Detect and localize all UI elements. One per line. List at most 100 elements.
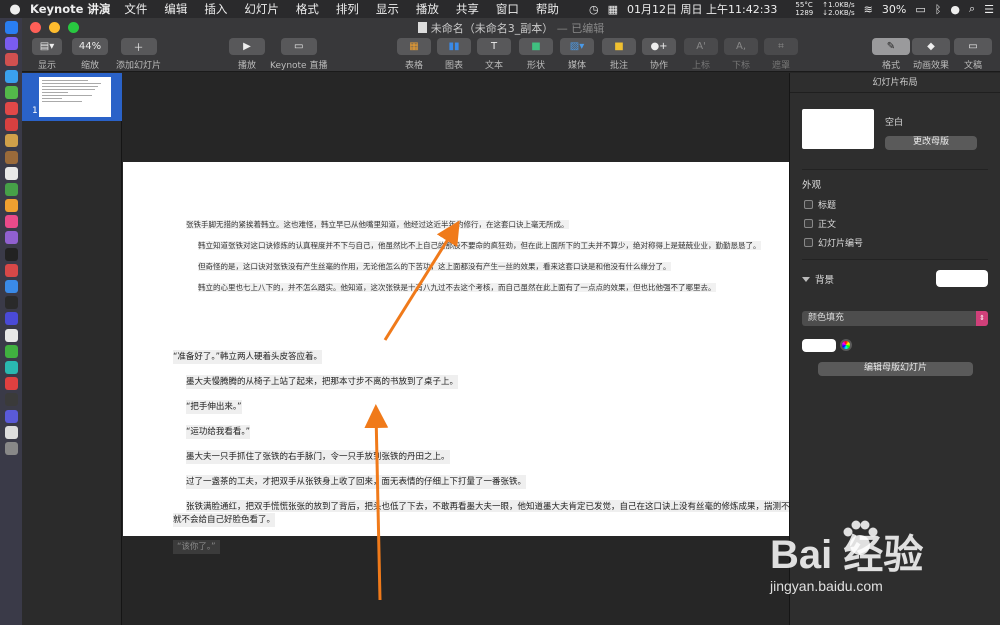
collaborate-button[interactable]: ●+ 协作 [642,38,676,71]
app-store-icon[interactable] [4,312,18,326]
slide-paragraph[interactable]: 韩立的心里也七上八下的，并不怎么踏实。他知道，这次张铁是十有八九过不去这个考核，… [198,282,798,293]
menu-bar: ● Keynote 讲演 文件 编辑 插入 幻灯片 格式 排列 显示 播放 共享… [0,0,1000,18]
zoom-select[interactable]: 44% [72,38,108,55]
body-line-wrap[interactable]: 就不会给自己好脸色看了。 [173,513,276,527]
calendar-icon[interactable]: ▦ [608,3,618,16]
battery-icon[interactable]: ▭ [915,3,925,16]
control-center-icon[interactable]: ☰ [984,3,994,16]
network-stats[interactable]: ↑1.0KB/s ↓2.0KB/s [822,1,854,17]
terminal-icon[interactable] [4,296,18,310]
menu-play[interactable]: 播放 [416,1,439,17]
safari-icon[interactable] [4,69,18,83]
messages-icon[interactable] [4,85,18,99]
media-button[interactable]: ▨▾ 媒体 [560,38,594,71]
layout-preview[interactable] [802,109,874,149]
trash-icon[interactable] [4,441,18,455]
view-control[interactable]: ▤▾ 显示 [32,38,62,71]
background-color-well[interactable] [936,270,988,287]
notes-icon[interactable] [4,150,18,164]
menu-arrange[interactable]: 排列 [336,1,359,17]
menu-file[interactable]: 文件 [124,1,147,17]
animate-button[interactable]: ◆ 动画效果 [912,38,950,71]
menu-help[interactable]: 帮助 [536,1,559,17]
clock-icon[interactable]: ◷ [589,3,599,16]
apple-icon[interactable]: ● [0,2,30,17]
contacts-icon[interactable] [4,134,18,148]
user-icon[interactable]: ● [950,3,960,16]
chart-button[interactable]: ▮▮ 图表 [437,38,471,71]
menu-slide[interactable]: 幻灯片 [244,1,279,17]
background-heading[interactable]: 背景 [802,272,834,286]
finder-icon[interactable] [4,21,18,34]
text-button[interactable]: T 文本 [477,38,511,71]
play-button[interactable]: ▶ 播放 [229,38,265,71]
body-line[interactable]: “把手伸出来。” [186,400,242,414]
slide-thumbnail[interactable] [39,77,111,117]
search-icon[interactable]: ⌕ [969,2,975,16]
edit-master-button[interactable]: 编辑母版幻灯片 [818,362,973,376]
change-master-button[interactable]: 更改母版 [885,136,977,150]
slide-paragraph[interactable]: 张铁手脚无措的紧挨着韩立。这也难怪，韩立早已从他嘴里知道，他经过这近半年的修行，… [186,219,786,230]
menu-edit[interactable]: 编辑 [164,1,187,17]
plus-icon: ＋ [120,38,157,55]
wechat-icon[interactable] [4,344,18,358]
fill-color-well[interactable] [802,339,836,352]
menu-window[interactable]: 窗口 [496,1,519,17]
body-line[interactable]: 过了一盏茶的工夫，才把双手从张铁身上收了回来，面无表情的仔细上下打量了一番张铁。 [186,475,527,489]
menu-app-name[interactable]: Keynote 讲演 [30,1,110,17]
play-icon: ▶ [229,38,265,55]
downloads-icon[interactable] [4,409,18,423]
mail-icon[interactable] [4,101,18,115]
final-cut-icon[interactable] [4,393,18,407]
comment-button[interactable]: ■ 批注 [602,38,636,71]
slide-paragraph[interactable]: 但奇怪的是，这口诀对张铁没有产生丝毫的作用，无论他怎么的下苦功，这上面都没有产生… [198,261,798,272]
slide-number-checkbox[interactable]: 幻灯片编号 [804,236,863,249]
body-line[interactable]: 墨大夫一只手抓住了张铁的右手脉门，令一只手放到张铁的丹田之上。 [186,450,450,464]
music-icon[interactable] [4,215,18,229]
title-checkbox[interactable]: 标题 [804,198,836,211]
zoom-control[interactable]: 44% 缩放 [72,38,108,71]
siri-icon[interactable] [4,37,18,51]
tv-icon[interactable] [4,247,18,261]
menu-insert[interactable]: 插入 [204,1,227,17]
battery-percent[interactable]: 30% [882,3,906,16]
maps-icon[interactable] [4,182,18,196]
wifi-icon[interactable]: ≋ [864,3,873,16]
keynote-icon[interactable] [4,280,18,293]
news-icon[interactable] [4,263,18,277]
keynote-live-button[interactable]: ▭ Keynote 直播 [270,38,327,71]
shape-button[interactable]: ■ 形状 [519,38,553,71]
documents-icon[interactable] [4,425,18,439]
menu-format[interactable]: 格式 [296,1,319,17]
slide[interactable]: 张铁手脚无措的紧挨着韩立。这也难怪，韩立早已从他嘴里知道，他经过这近半年的修行，… [123,162,789,536]
yandex-icon[interactable] [4,328,18,342]
slide-canvas[interactable]: 张铁手脚无措的紧挨着韩立。这也难怪，韩立早已从他嘴里知道，他经过这近半年的修行，… [123,73,789,625]
table-button[interactable]: ▦ 表格 [397,38,431,71]
body-line[interactable]: 墨大夫慢腾腾的从椅子上站了起来，把那本寸步不离的书放到了桌子上。 [186,375,459,389]
body-line[interactable]: 张铁满脸通红，把双手慌慌张张的放到了背后，把头也低了下去，不敢再看墨大夫一眼，他… [186,500,789,512]
netease-icon[interactable] [4,377,18,391]
document-button[interactable]: ▭ 文稿 [954,38,992,71]
bluetooth-icon[interactable]: ᛒ [935,3,942,16]
sensor-stats[interactable]: 55°C 1289 [795,1,813,17]
overflow-text[interactable]: “该你了。” [173,540,220,554]
menu-view[interactable]: 显示 [376,1,399,17]
photos-icon[interactable] [4,118,18,132]
menu-clock[interactable]: 01月12日 周日 上午11:42:33 [627,1,777,17]
color-picker-icon[interactable] [840,339,852,351]
add-slide-button[interactable]: ＋ 添加幻灯片 [116,38,161,71]
inspector-header: 幻灯片布局 [790,73,1000,93]
screen: ● Keynote 讲演 文件 编辑 插入 幻灯片 格式 排列 显示 播放 共享… [0,0,1000,625]
menu-share[interactable]: 共享 [456,1,479,17]
launchpad-icon[interactable] [4,53,18,67]
qq-icon[interactable] [4,360,18,374]
photo-app-icon[interactable] [4,199,18,213]
podcasts-icon[interactable] [4,231,18,245]
body-line[interactable]: “运功给我看看。” [186,425,251,439]
calendar-app-icon[interactable] [4,166,18,180]
slide-paragraph[interactable]: 韩立知道张铁对这口诀修炼的认真程度并不下与自己，他虽然比不上自己的那股不要命的疯… [198,240,798,251]
body-checkbox[interactable]: 正文 [804,217,836,230]
format-button[interactable]: ✎ 格式 [872,38,910,71]
fill-type-select[interactable]: 颜色填充 ⇕ [802,311,988,326]
body-line[interactable]: “准备好了。”韩立两人硬着头皮答应着。 [173,350,323,364]
